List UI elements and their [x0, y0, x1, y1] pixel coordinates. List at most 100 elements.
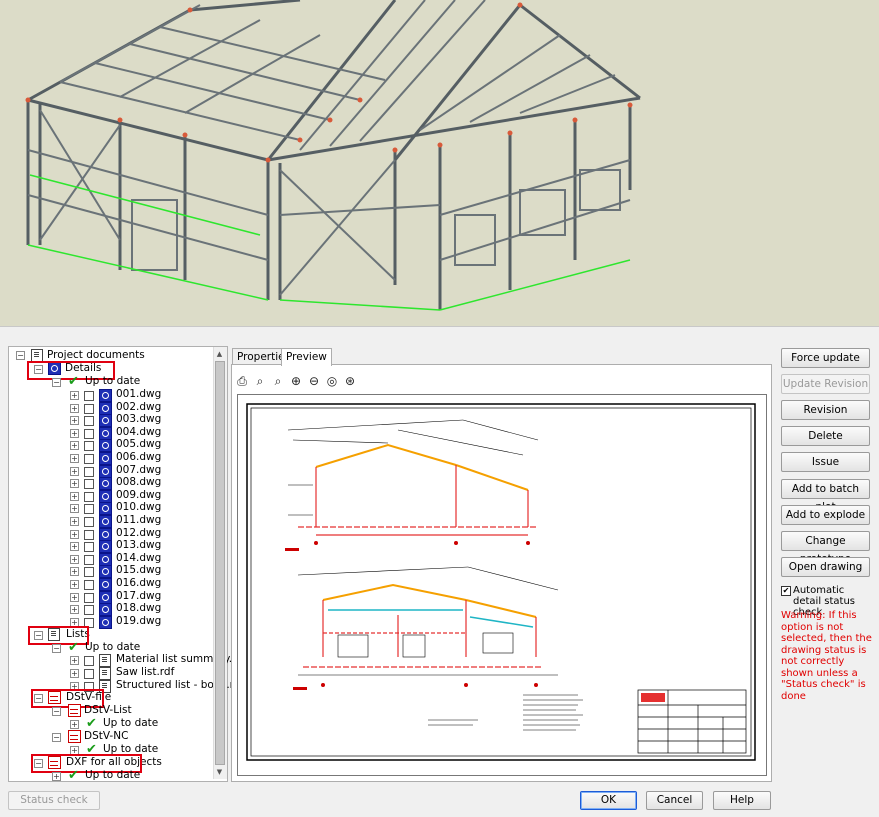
collapse-icon[interactable]: − [16, 351, 25, 360]
tree-details-status[interactable]: Up to date [85, 375, 140, 388]
expand-icon[interactable]: + [70, 416, 79, 425]
select-checkbox[interactable] [84, 669, 94, 679]
expand-icon[interactable]: + [70, 404, 79, 413]
expand-icon[interactable]: + [70, 542, 79, 551]
delete-button[interactable]: Delete [781, 426, 870, 446]
tree-dwg-file[interactable]: 006.dwg [116, 451, 161, 464]
expand-icon[interactable]: + [70, 391, 79, 400]
expand-icon[interactable]: + [70, 429, 79, 438]
expand-icon[interactable]: + [70, 593, 79, 602]
select-checkbox[interactable] [84, 429, 94, 439]
tree-rdf-file[interactable]: Saw list.rdf [116, 666, 174, 679]
select-checkbox[interactable] [84, 580, 94, 590]
expand-icon[interactable]: + [70, 555, 79, 564]
ok-button[interactable]: OK [580, 791, 637, 810]
dwg-file-icon [99, 515, 112, 528]
tree-dwg-file[interactable]: 016.dwg [116, 577, 161, 590]
expand-icon[interactable]: + [70, 454, 79, 463]
select-checkbox[interactable] [84, 605, 94, 615]
tree-dwg-file[interactable]: 008.dwg [116, 476, 161, 489]
select-checkbox[interactable] [84, 542, 94, 552]
expand-icon[interactable]: + [70, 492, 79, 501]
tree-dstv-list-status[interactable]: Up to date [103, 717, 158, 730]
select-checkbox[interactable] [84, 492, 94, 502]
expand-icon[interactable]: + [70, 441, 79, 450]
select-checkbox[interactable] [84, 530, 94, 540]
tab-preview[interactable]: Preview [281, 348, 332, 366]
select-checkbox[interactable] [84, 416, 94, 426]
dwg-file-icon [99, 477, 112, 490]
force-update-button[interactable]: Force update [781, 348, 870, 368]
change-prototype-button[interactable]: Change prototype [781, 531, 870, 565]
tree-rdf-file[interactable]: Material list summary.rdf [116, 653, 247, 666]
expand-icon[interactable]: + [70, 720, 79, 729]
collapse-icon[interactable]: − [52, 707, 61, 716]
tree-dwg-file[interactable]: 001.dwg [116, 388, 161, 401]
tree-dwg-file[interactable]: 013.dwg [116, 539, 161, 552]
zoom-realtime-icon[interactable]: ⌕ [271, 374, 285, 388]
expand-icon[interactable]: + [70, 467, 79, 476]
expand-icon[interactable]: + [70, 530, 79, 539]
drawing-preview[interactable] [237, 394, 767, 776]
expand-icon[interactable]: + [70, 580, 79, 589]
select-checkbox[interactable] [84, 656, 94, 666]
select-checkbox[interactable] [84, 404, 94, 414]
issue-button[interactable]: Issue [781, 452, 870, 472]
dwg-file-icon [99, 452, 112, 465]
select-checkbox[interactable] [84, 504, 94, 514]
tree-dwg-file[interactable]: 010.dwg [116, 501, 161, 514]
help-button[interactable]: Help [713, 791, 771, 810]
update-revision-button[interactable]: Update Revision [781, 374, 870, 394]
add-to-batch-plot-button[interactable]: Add to batch plot [781, 479, 870, 513]
select-checkbox[interactable] [84, 555, 94, 565]
tree-dxf-status[interactable]: Up to date [85, 769, 140, 782]
select-checkbox[interactable] [84, 567, 94, 577]
open-drawing-button[interactable]: Open drawing [781, 557, 870, 577]
dstv-list-icon [68, 704, 81, 717]
select-checkbox[interactable] [84, 467, 94, 477]
revision-button[interactable]: Revision [781, 400, 870, 420]
expand-icon[interactable]: + [70, 567, 79, 576]
steel-frame-model [25, 0, 641, 311]
zoom-out-icon[interactable]: ⊖ [307, 374, 321, 388]
scroll-down-arrow-icon[interactable]: ▼ [214, 766, 225, 778]
tree-dwg-file[interactable]: 018.dwg [116, 602, 161, 615]
collapse-icon[interactable]: − [52, 644, 61, 653]
tree-dwg-file[interactable]: 005.dwg [116, 438, 161, 451]
tree-dwg-file[interactable]: 003.dwg [116, 413, 161, 426]
add-to-explode-button[interactable]: Add to explode [781, 505, 870, 525]
expand-icon[interactable]: + [70, 669, 79, 678]
model-viewport[interactable] [0, 0, 879, 326]
select-checkbox[interactable] [84, 391, 94, 401]
collapse-icon[interactable]: − [52, 733, 61, 742]
expand-icon[interactable]: + [70, 605, 79, 614]
collapse-icon[interactable]: − [52, 378, 61, 387]
scrollbar-thumb[interactable] [215, 361, 225, 765]
up-to-date-check-icon: ✔ [68, 374, 79, 389]
select-checkbox[interactable] [84, 479, 94, 489]
expand-icon[interactable]: + [70, 656, 79, 665]
cancel-button[interactable]: Cancel [646, 791, 703, 810]
expand-icon[interactable]: + [52, 772, 61, 781]
zoom-previous-icon[interactable]: ◎ [325, 374, 339, 388]
zoom-extents-icon[interactable]: ⊛ [343, 374, 357, 388]
zoom-in-icon[interactable]: ⊕ [289, 374, 303, 388]
expand-icon[interactable]: + [70, 504, 79, 513]
tree-dwg-file[interactable]: 019.dwg [116, 615, 161, 628]
select-checkbox[interactable] [84, 454, 94, 464]
dwg-file-icon [99, 565, 112, 578]
dwg-file-icon [99, 540, 112, 553]
scroll-up-arrow-icon[interactable]: ▲ [214, 348, 225, 360]
print-icon[interactable]: ⎙ [235, 374, 249, 388]
select-checkbox[interactable] [84, 593, 94, 603]
tree-dwg-file[interactable]: 011.dwg [116, 514, 161, 527]
zoom-window-icon[interactable]: ⌕ [253, 374, 267, 388]
automatic-status-check-checkbox[interactable]: ✔ [781, 586, 791, 596]
expand-icon[interactable]: + [70, 479, 79, 488]
status-check-button[interactable]: Status check [8, 791, 100, 810]
tree-dwg-file[interactable]: 015.dwg [116, 564, 161, 577]
expand-icon[interactable]: + [70, 517, 79, 526]
drawing-sheet [246, 403, 756, 761]
select-checkbox[interactable] [84, 517, 94, 527]
select-checkbox[interactable] [84, 441, 94, 451]
